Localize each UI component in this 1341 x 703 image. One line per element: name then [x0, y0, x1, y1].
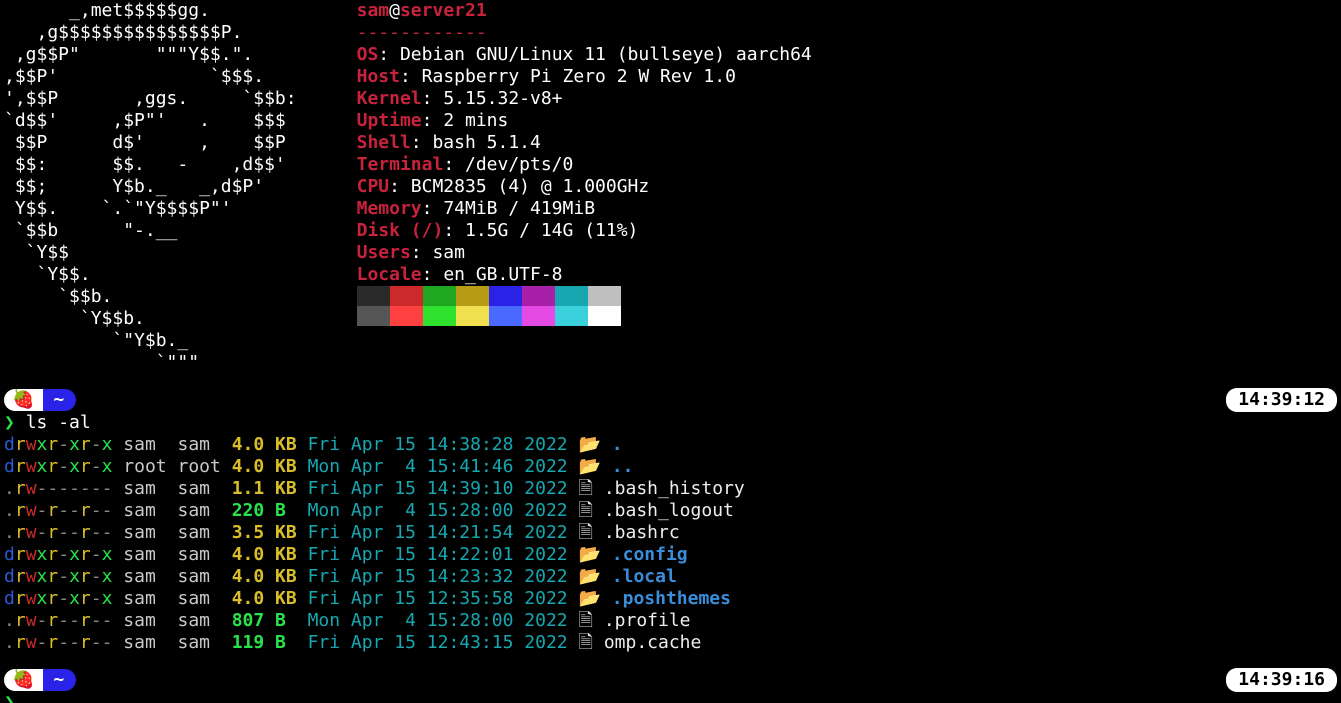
color-swatch — [456, 286, 489, 306]
info-locale: Locale: en_GB.UTF-8 — [357, 264, 812, 286]
file-name: .. — [612, 456, 634, 477]
file-icon: 🗎 — [579, 522, 593, 543]
file-name: .bashrc — [604, 522, 680, 543]
list-item: .rw-r--r-- sam sam 3.5 KB Fri Apr 15 14:… — [4, 522, 1337, 544]
system-info: sam@server21 ------------ OS: Debian GNU… — [357, 0, 812, 374]
list-item: drwxr-xr-x sam sam 4.0 KB Fri Apr 15 12:… — [4, 588, 1337, 610]
color-swatch — [357, 286, 390, 306]
info-terminal: Terminal: /dev/pts/0 — [357, 154, 812, 176]
color-swatch — [588, 286, 621, 306]
info-cpu: CPU: BCM2835 (4) @ 1.000GHz — [357, 176, 812, 198]
command-text: ls -al — [26, 412, 91, 433]
color-swatch — [588, 306, 621, 326]
folder-icon: 📂 — [579, 544, 601, 565]
info-memory: Memory: 74MiB / 419MiB — [357, 198, 812, 220]
list-item: drwxr-xr-x sam sam 4.0 KB Fri Apr 15 14:… — [4, 566, 1337, 588]
username: sam — [357, 0, 390, 21]
list-item: drwxr-xr-x sam sam 4.0 KB Fri Apr 15 14:… — [4, 434, 1337, 456]
neofetch-output: _,met$$$$$gg. ,g$$$$$$$$$$$$$$$P. ,g$$P"… — [4, 0, 1337, 374]
user-host: sam@server21 — [357, 0, 812, 22]
color-swatch — [390, 286, 423, 306]
color-swatch — [522, 286, 555, 306]
file-name: .bash_history — [604, 478, 745, 499]
file-name: .bash_logout — [604, 500, 734, 521]
color-swatch — [423, 286, 456, 306]
file-name: . — [612, 434, 623, 455]
hostname: server21 — [400, 0, 487, 21]
folder-icon: 📂 — [579, 566, 601, 587]
prompt-time: 14:39:16 — [1226, 668, 1337, 692]
info-kernel: Kernel: 5.15.32-v8+ — [357, 88, 812, 110]
color-swatch — [456, 306, 489, 326]
list-item: .rw-r--r-- sam sam 807 B Mon Apr 4 15:28… — [4, 610, 1337, 632]
info-host: Host: Raspberry Pi Zero 2 W Rev 1.0 — [357, 66, 812, 88]
color-swatch — [357, 306, 390, 326]
list-item: .rw-r--r-- sam sam 220 B Mon Apr 4 15:28… — [4, 500, 1337, 522]
color-swatch — [390, 306, 423, 326]
file-name: .config — [612, 544, 688, 565]
file-name: omp.cache — [604, 632, 702, 653]
prompt-bar: 🍓~ 14:39:12 — [4, 388, 1337, 412]
list-item: .rw------- sam sam 1.1 KB Fri Apr 15 14:… — [4, 478, 1337, 500]
prompt-symbol: ❯ — [4, 692, 15, 703]
separator: ------------ — [357, 22, 812, 44]
color-swatch — [522, 306, 555, 326]
terminal[interactable]: _,met$$$$$gg. ,g$$$$$$$$$$$$$$$P. ,g$$P"… — [0, 0, 1341, 703]
color-swatch — [489, 286, 522, 306]
info-disk-: Disk (/): 1.5G / 14G (11%) — [357, 220, 812, 242]
color-swatch — [555, 306, 588, 326]
folder-icon: 📂 — [579, 434, 601, 455]
info-uptime: Uptime: 2 mins — [357, 110, 812, 132]
prompt-bar: 🍓~ 14:39:16 — [4, 668, 1337, 692]
info-shell: Shell: bash 5.1.4 — [357, 132, 812, 154]
file-name: .poshthemes — [612, 588, 731, 609]
info-os: OS: Debian GNU/Linux 11 (bullseye) aarch… — [357, 44, 812, 66]
color-swatch — [489, 306, 522, 326]
file-icon: 🗎 — [579, 500, 593, 521]
prompt-path: ~ — [43, 669, 76, 691]
file-icon: 🗎 — [579, 610, 593, 631]
file-name: .profile — [604, 610, 691, 631]
prompt-os-icon: 🍓 — [4, 389, 44, 411]
folder-icon: 📂 — [579, 588, 601, 609]
ascii-logo: _,met$$$$$gg. ,g$$$$$$$$$$$$$$$P. ,g$$P"… — [4, 0, 297, 374]
command-line[interactable]: ❯ ls -al — [4, 412, 1337, 434]
color-swatch — [423, 306, 456, 326]
info-users: Users: sam — [357, 242, 812, 264]
folder-icon: 📂 — [579, 456, 601, 477]
prompt-symbol: ❯ — [4, 412, 15, 433]
color-swatch — [555, 286, 588, 306]
list-item: .rw-r--r-- sam sam 119 B Fri Apr 15 12:4… — [4, 632, 1337, 654]
ls-output: drwxr-xr-x sam sam 4.0 KB Fri Apr 15 14:… — [4, 434, 1337, 654]
list-item: drwxr-xr-x root root 4.0 KB Mon Apr 4 15… — [4, 456, 1337, 478]
file-icon: 🗎 — [579, 478, 593, 499]
file-name: .local — [612, 566, 677, 587]
prompt-time: 14:39:12 — [1226, 388, 1337, 412]
list-item: drwxr-xr-x sam sam 4.0 KB Fri Apr 15 14:… — [4, 544, 1337, 566]
prompt-os-icon: 🍓 — [4, 669, 44, 691]
file-icon: 🗎 — [579, 632, 593, 653]
color-swatches — [357, 286, 812, 326]
prompt-path: ~ — [43, 389, 76, 411]
command-line[interactable]: ❯ — [4, 692, 1337, 703]
